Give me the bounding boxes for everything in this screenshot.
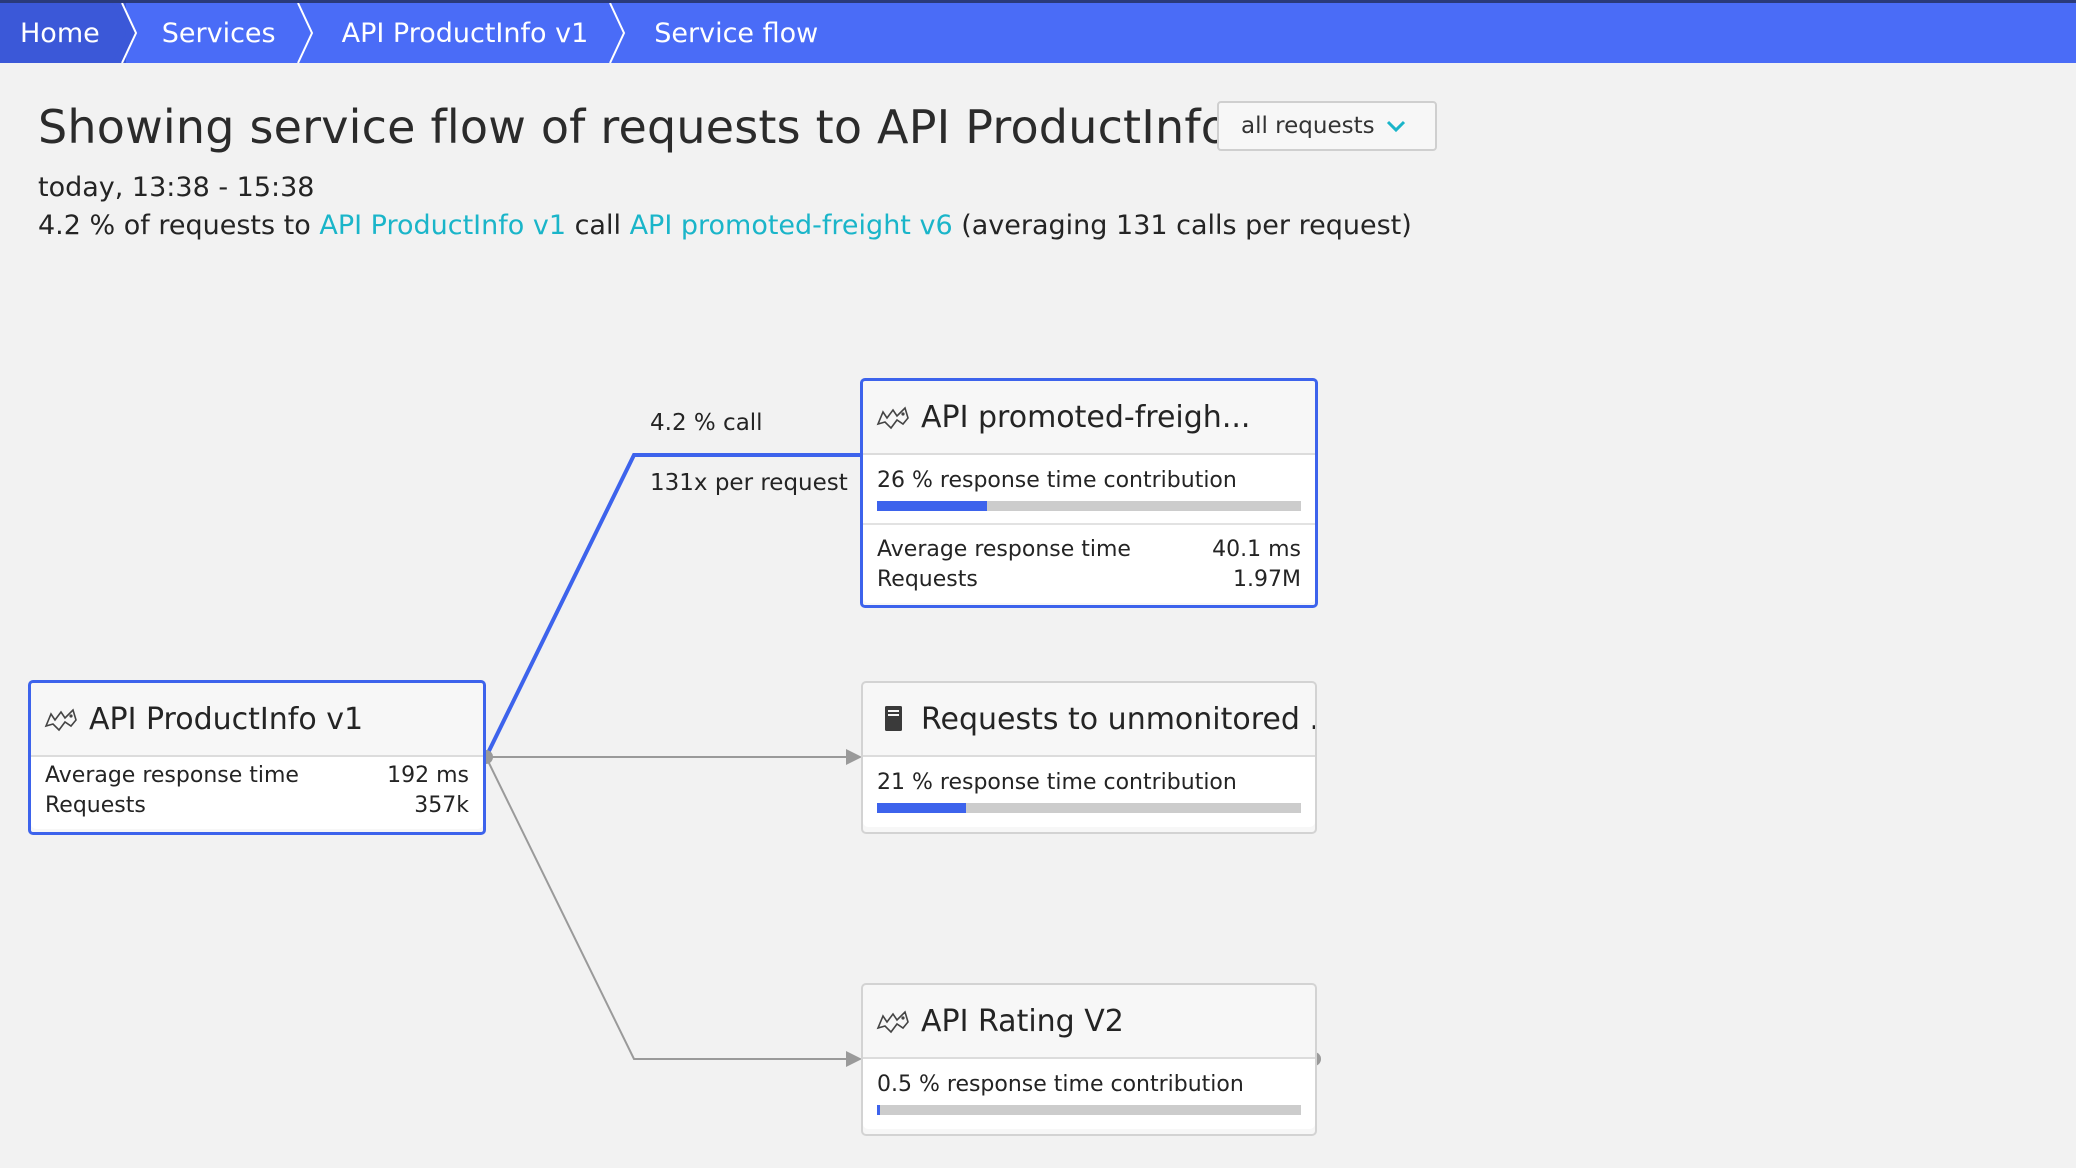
avg-response-value: 40.1 ms [1212,537,1301,562]
chevron-right-icon [296,3,313,63]
node-header: Requests to unmonitored ... [863,683,1315,757]
server-icon [885,706,902,731]
contribution-bar [877,803,1301,813]
requests-row: Requests 1.97M [877,565,1301,595]
requests-label: Requests [877,567,978,592]
response-contribution-label: 26 % response time contribution [877,468,1237,493]
node-unmonitored-requests[interactable]: Requests to unmonitored ... 21 % respons… [861,681,1317,834]
tomcat-icon [876,1010,909,1034]
edge-to-promoted-freight [484,453,862,758]
node-api-rating[interactable]: API Rating V2 0.5 % response time contri… [861,983,1317,1136]
requests-value: 1.97M [1233,567,1301,592]
node-header: API ProductInfo v1 [31,683,483,757]
node-api-productinfo[interactable]: API ProductInfo v1 Average response time… [28,680,486,835]
response-contribution-label: 21 % response time contribution [877,770,1237,795]
node-name: API promoted-freigh... [921,399,1251,435]
contribution-bar [877,1105,1301,1115]
avg-response-row: Average response time 192 ms [45,761,469,791]
arrowhead-rating [846,1051,862,1067]
node-body: Average response time 192 ms Requests 35… [31,757,483,829]
contribution-bar-fill [877,1105,880,1115]
requests-label: Requests [45,793,146,818]
divider [863,523,1315,525]
avg-response-row: Average response time 40.1 ms [877,535,1301,565]
contribution-bar-fill [877,803,967,813]
contribution-bar [877,501,1301,511]
node-name: Requests to unmonitored ... [921,701,1315,737]
edge-to-rating [485,756,846,1060]
requests-value: 357k [414,793,469,818]
node-name: API ProductInfo v1 [89,701,364,737]
node-header: API Rating V2 [863,985,1315,1059]
arrowhead-unmonitored [846,749,862,765]
node-body: 0.5 % response time contribution [863,1059,1315,1129]
avg-response-value: 192 ms [387,763,469,788]
node-header: API promoted-freigh... [863,381,1315,455]
chevron-right-icon [111,3,137,63]
edge-per-request-label: 131x per request [650,470,848,496]
response-contribution-label: 0.5 % response time contribution [877,1072,1244,1097]
tomcat-icon [44,708,77,732]
node-api-promoted-freight[interactable]: API promoted-freigh... 26 % response tim… [860,378,1318,608]
avg-response-label: Average response time [877,537,1131,562]
requests-row: Requests 357k [45,791,469,821]
tomcat-icon [876,406,909,430]
edge-call-label: 4.2 % call [650,410,763,436]
node-name: API Rating V2 [921,1003,1124,1039]
node-body: 21 % response time contribution [863,757,1315,827]
node-body: 26 % response time contribution Average … [863,455,1315,603]
chevron-right-icon [609,3,626,63]
contribution-bar-fill [877,501,988,511]
avg-response-label: Average response time [45,763,299,788]
